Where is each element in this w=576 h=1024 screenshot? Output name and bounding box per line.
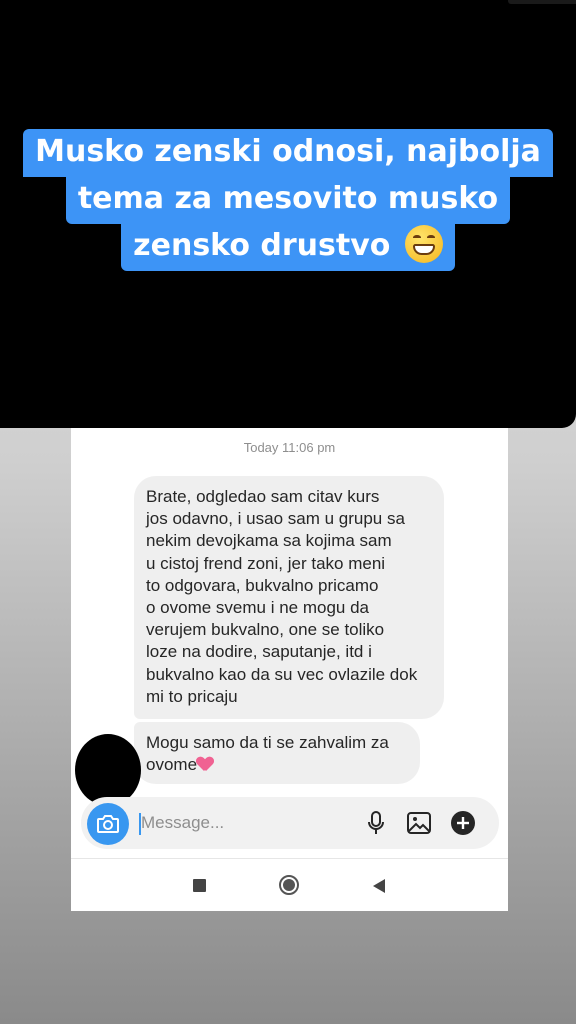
censored-avatar — [75, 734, 141, 806]
caption-line-3-text: zensko drustvo — [133, 228, 391, 263]
camera-button[interactable] — [87, 803, 129, 845]
caption-line-1: Musko zenski odnosi, najbolja — [23, 129, 553, 177]
more-options-button[interactable] — [449, 809, 477, 837]
voice-button[interactable] — [362, 809, 390, 837]
microphone-icon — [368, 811, 384, 834]
android-nav-bar — [71, 858, 508, 911]
story-caption: Musko zenski odnosi, najbolja tema za me… — [0, 129, 576, 271]
recents-icon[interactable] — [193, 879, 206, 892]
caption-line-2: tema za mesovito musko — [65, 176, 511, 224]
message-composer — [81, 797, 499, 849]
message-input[interactable] — [141, 809, 341, 837]
back-icon[interactable] — [373, 879, 385, 893]
gallery-button[interactable] — [405, 809, 433, 837]
chat-timestamp: Today 11:06 pm — [243, 440, 336, 455]
gallery-icon — [407, 812, 431, 834]
chat-screenshot: Today 11:06 pm Brate, odgledao sam citav… — [71, 428, 508, 911]
camera-icon — [97, 815, 119, 833]
message-bubble: Brate, odgledao sam citav kurs jos odavn… — [134, 476, 444, 719]
home-icon[interactable] — [279, 875, 299, 895]
grinning-face-emoji-icon — [404, 225, 443, 263]
plus-icon — [451, 811, 475, 835]
sparkling-heart-icon — [197, 757, 213, 771]
caption-line-3: zensko drustvo — [121, 223, 455, 271]
message-text: Mogu samo da ti se zahvalim za ovome — [146, 733, 389, 775]
message-bubble: Mogu samo da ti se zahvalim za ovome — [134, 722, 420, 784]
